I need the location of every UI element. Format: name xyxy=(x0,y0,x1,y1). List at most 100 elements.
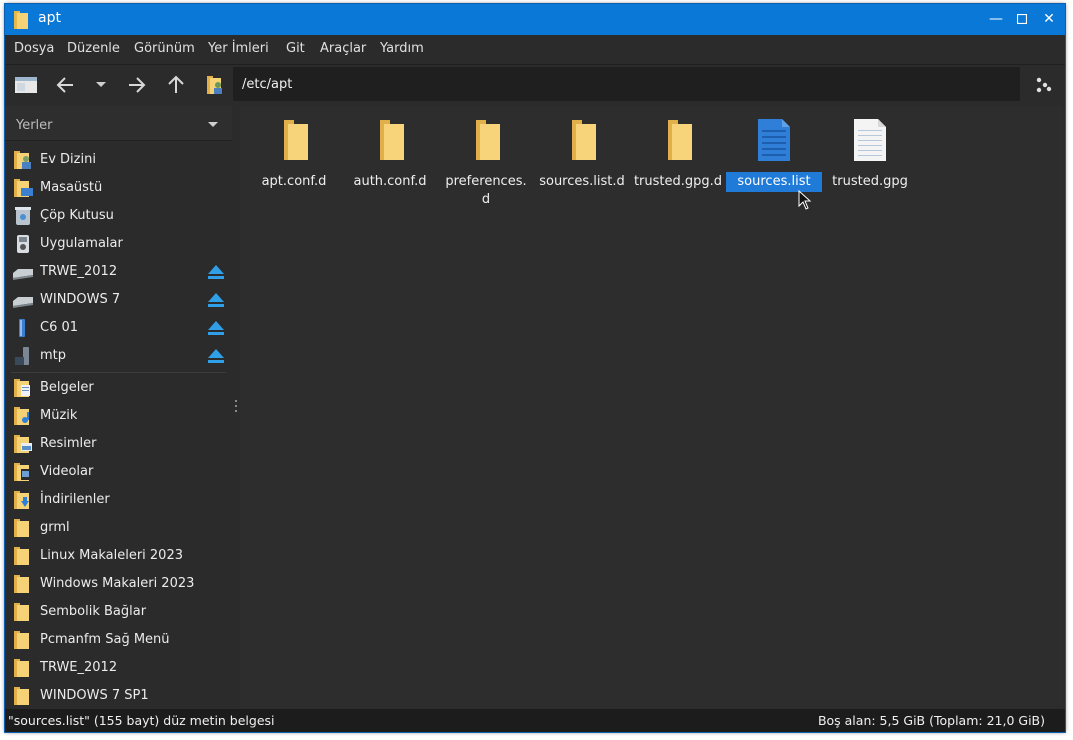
arrow-right-icon xyxy=(129,77,146,93)
eject-icon[interactable] xyxy=(207,292,225,308)
sidebar-item-label: Çöp Kutusu xyxy=(40,208,114,223)
sidebar-item-label: TRWE_2012 xyxy=(40,660,118,675)
file-item[interactable]: auth.conf.d xyxy=(342,115,438,205)
sidebar-item-device-mtp[interactable]: mtp xyxy=(5,342,232,370)
window-title: apt xyxy=(38,10,61,26)
maximize-button[interactable] xyxy=(1009,9,1035,29)
file-item[interactable]: apt.conf.d xyxy=(246,115,342,205)
trash-icon xyxy=(15,207,31,225)
folder-icon xyxy=(14,603,29,621)
sidebar-mode-selector[interactable]: Yerler xyxy=(5,106,232,141)
home-folder-icon xyxy=(207,76,222,94)
sidebar-item-label: Pcmanfm Sağ Menü xyxy=(40,632,170,647)
menu-edit[interactable]: Düzenle xyxy=(67,41,120,56)
file-item[interactable]: sources.list.d xyxy=(534,115,630,205)
file-view[interactable]: apt.conf.d auth.conf.d preferences. d so… xyxy=(240,106,1063,708)
new-window-icon xyxy=(15,77,37,93)
forward-button[interactable] xyxy=(123,71,151,99)
folder-icon xyxy=(14,575,29,593)
sidebar-item-label: Masaüstü xyxy=(40,180,103,195)
sidebar-item-applications[interactable]: Uygulamalar xyxy=(5,230,232,258)
folder-icon xyxy=(284,120,308,160)
sidebar-item-pictures[interactable]: Resimler xyxy=(5,430,232,458)
title-bar[interactable]: apt — ✕ xyxy=(5,4,1065,35)
sidebar-item-label: Resimler xyxy=(40,436,97,451)
eject-icon[interactable] xyxy=(207,320,225,336)
eject-icon[interactable] xyxy=(207,348,225,364)
sidebar-resize-handle[interactable] xyxy=(232,106,240,708)
pictures-folder-icon xyxy=(14,435,32,453)
up-button[interactable] xyxy=(162,71,190,99)
sidebar-item-label: WINDOWS 7 xyxy=(40,292,121,307)
sidebar-item-label: grml xyxy=(40,520,70,535)
dots-icon xyxy=(1036,77,1052,93)
sidebar-item-device-trwe[interactable]: TRWE_2012 xyxy=(5,258,232,286)
folder-icon xyxy=(14,519,29,537)
menu-bookmarks[interactable]: Yer İmleri xyxy=(208,41,269,56)
file-name: auth.conf.d xyxy=(353,174,427,189)
desktop-folder-icon xyxy=(14,179,33,197)
downloads-folder-icon xyxy=(14,491,29,509)
sidebar-item-downloads[interactable]: İndirilenler xyxy=(5,486,232,514)
sidebar-item-linux-articles[interactable]: Linux Makaleleri 2023 xyxy=(5,542,232,570)
sidebar-header-label: Yerler xyxy=(16,118,53,133)
sidebar-item-trwe-folder[interactable]: TRWE_2012 xyxy=(5,654,232,682)
arrow-up-icon xyxy=(168,75,184,93)
new-window-button[interactable] xyxy=(12,71,40,99)
file-item[interactable]: trusted.gpg xyxy=(822,115,918,205)
folder-icon xyxy=(380,120,404,160)
menu-help[interactable]: Yardım xyxy=(380,41,424,56)
path-bar[interactable]: /etc/apt xyxy=(233,67,1020,101)
status-bar: "sources.list" (155 bayt) düz metin belg… xyxy=(5,709,1065,732)
chevron-down-icon xyxy=(208,122,218,127)
sidebar-item-windows7sp1[interactable]: WINDOWS 7 SP1 xyxy=(5,682,232,710)
eject-icon[interactable] xyxy=(207,264,225,280)
folder-icon xyxy=(572,120,596,160)
status-free-space: Boş alan: 5,5 GiB (Toplam: 21,0 GiB) xyxy=(817,713,1045,728)
folder-icon xyxy=(14,631,29,649)
phone-icon xyxy=(15,347,29,365)
file-name: apt.conf.d xyxy=(261,174,327,189)
sidebar-item-symlinks[interactable]: Sembolik Bağlar xyxy=(5,598,232,626)
back-button[interactable] xyxy=(51,71,79,99)
file-item[interactable]: preferences. d xyxy=(438,115,534,207)
sidebar-item-windows-articles[interactable]: Windows Makaleri 2023 xyxy=(5,570,232,598)
folder-icon xyxy=(14,659,29,677)
drive-icon xyxy=(13,269,33,280)
sidebar-item-label: C6 01 xyxy=(40,320,79,335)
file-item[interactable]: trusted.gpg.d xyxy=(630,115,726,205)
file-name: trusted.gpg xyxy=(832,174,908,189)
folder-icon xyxy=(14,547,29,565)
sidebar-item-music[interactable]: Müzik xyxy=(5,402,232,430)
history-dropdown-button[interactable] xyxy=(87,71,115,99)
home-button[interactable] xyxy=(201,71,229,99)
close-button[interactable]: ✕ xyxy=(1036,9,1062,29)
sidebar-item-label: Linux Makaleleri 2023 xyxy=(40,548,183,563)
sidebar-item-device-windows7[interactable]: WINDOWS 7 xyxy=(5,286,232,314)
folder-icon xyxy=(476,120,500,160)
sidebar-item-label: TRWE_2012 xyxy=(40,264,118,279)
sidebar-divider xyxy=(11,372,226,373)
home-folder-icon xyxy=(14,151,31,169)
music-folder-icon xyxy=(14,407,29,425)
menu-go[interactable]: Git xyxy=(286,41,305,56)
menu-tools[interactable]: Araçlar xyxy=(320,41,366,56)
sidebar-item-label: mtp xyxy=(40,348,67,363)
sidebar: Yerler Ev Dizini Masaüstü Çöp Kutusu Uyg… xyxy=(5,106,232,708)
sidebar-item-grml[interactable]: grml xyxy=(5,514,232,542)
sidebar-item-documents[interactable]: Belgeler xyxy=(5,374,232,402)
sidebar-item-label: WINDOWS 7 SP1 xyxy=(40,688,149,703)
sidebar-item-device-c601[interactable]: C6 01 xyxy=(5,314,232,342)
chevron-down-icon xyxy=(96,82,106,87)
sidebar-item-videos[interactable]: Videolar xyxy=(5,458,232,486)
menu-file[interactable]: Dosya xyxy=(14,41,54,56)
menu-view[interactable]: Görünüm xyxy=(134,41,195,56)
sidebar-item-label: Ev Dizini xyxy=(40,152,96,167)
applications-icon xyxy=(17,235,29,253)
sidebar-item-desktop[interactable]: Masaüstü xyxy=(5,174,232,202)
minimize-button[interactable]: — xyxy=(983,9,1009,29)
sidebar-item-pcmanfm-menu[interactable]: Pcmanfm Sağ Menü xyxy=(5,626,232,654)
sidebar-item-home[interactable]: Ev Dizini xyxy=(5,146,232,174)
sidebar-item-trash[interactable]: Çöp Kutusu xyxy=(5,202,232,230)
menu-overflow-button[interactable] xyxy=(1029,71,1057,99)
